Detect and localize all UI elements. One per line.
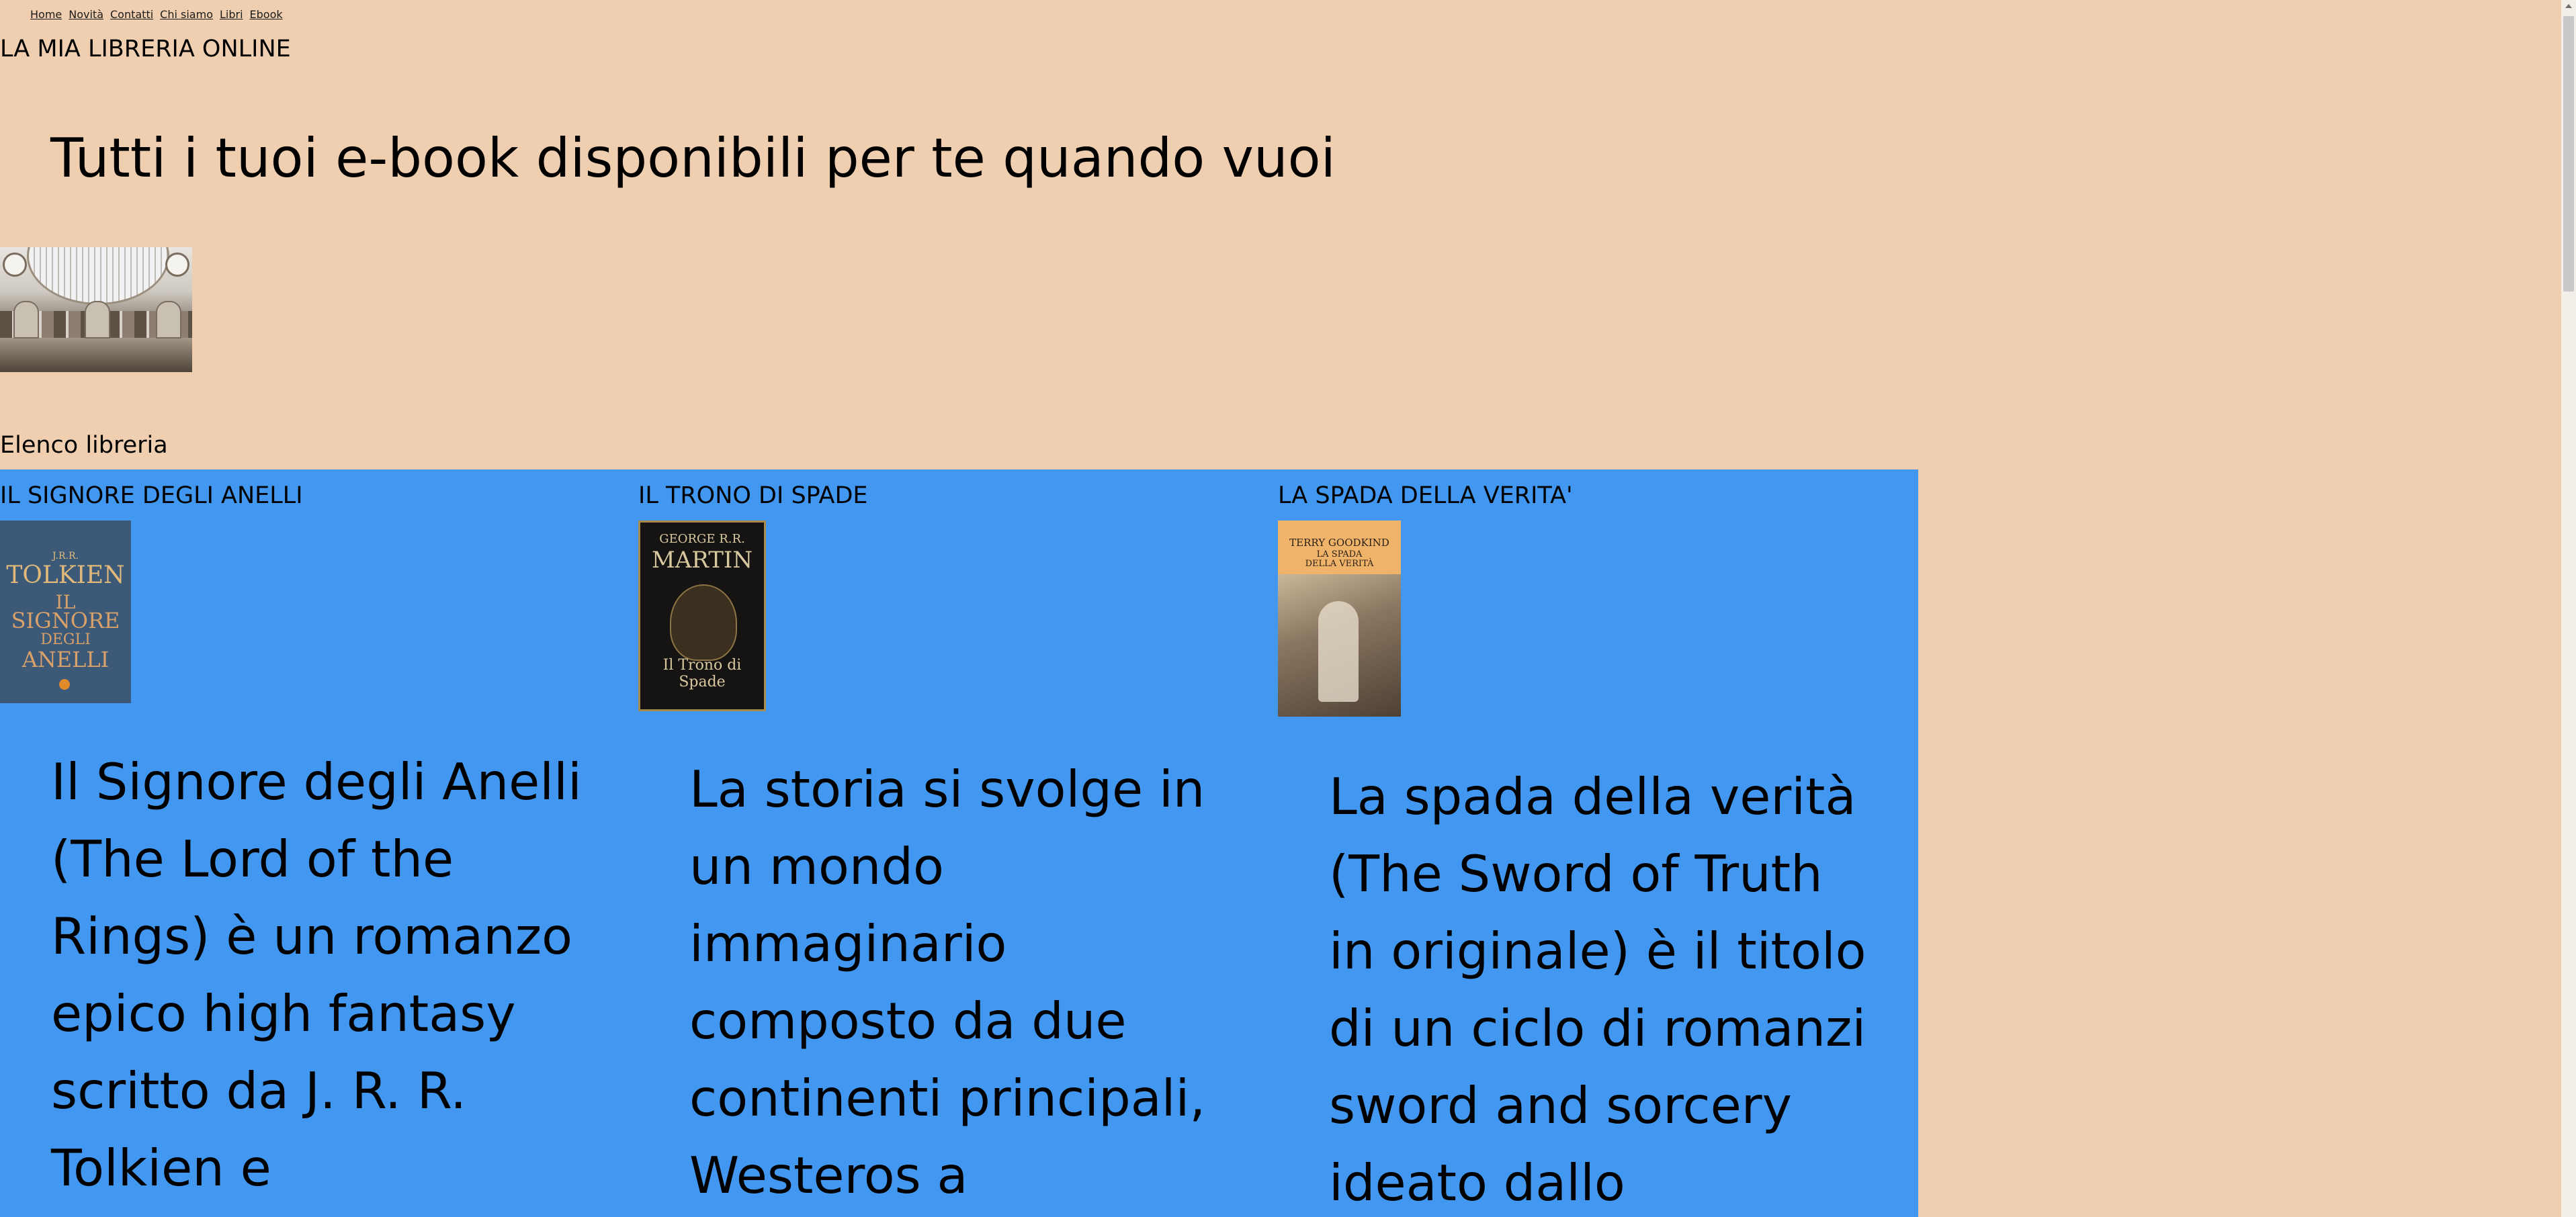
book-description: La storia si svolge in un mondo immagina… xyxy=(689,760,1206,1205)
cover-author: TERRY GOODKIND xyxy=(1289,537,1389,549)
cover-figure xyxy=(1318,601,1359,702)
cover-title-line: DEGLI xyxy=(40,631,91,648)
page-tagline: Tutti i tuoi e-book disponibili per te q… xyxy=(50,127,1336,189)
cover-author: TOLKIEN xyxy=(6,561,125,589)
vertical-scrollbar[interactable] xyxy=(2561,0,2576,1217)
cover-author: MARTIN xyxy=(651,547,753,574)
book-cover-image[interactable]: GEORGE R.R. MARTIN Il Trono di Spade xyxy=(638,521,766,711)
scrollbar-thumb[interactable] xyxy=(2563,16,2574,291)
book-description: Il Signore degli Anelli (The Lord of the… xyxy=(51,752,582,1198)
publisher-logo-icon xyxy=(59,679,70,690)
cover-title-line: SIGNORE xyxy=(11,608,120,633)
site-title: LA MIA LIBRERIA ONLINE xyxy=(0,36,291,62)
arch xyxy=(13,301,39,339)
arch xyxy=(85,301,110,339)
book-item: IL SIGNORE DEGLI ANELLI J.R.R. TOLKIEN I… xyxy=(0,469,638,1217)
book-cover-image[interactable]: TERRY GOODKIND LA SPADA DELLA VERITÀ xyxy=(1278,521,1401,717)
direwolf-sigil-icon xyxy=(670,584,737,661)
nav-link-chi-siamo[interactable]: Chi siamo xyxy=(160,7,213,24)
nav-link-novita[interactable]: Novità xyxy=(69,7,103,24)
top-nav: Home Novità Contatti Chi siamo Libri Ebo… xyxy=(30,7,283,24)
book-cover-image[interactable]: J.R.R. TOLKIEN IL SIGNORE DEGLI ANELLI xyxy=(0,521,131,703)
nav-link-ebook[interactable]: Ebook xyxy=(250,7,283,24)
arch xyxy=(156,301,181,339)
cover-title: Il Trono di Spade xyxy=(662,657,742,690)
nav-link-home[interactable]: Home xyxy=(30,7,62,24)
wall-clock-right xyxy=(165,253,189,277)
wall-clock-left xyxy=(3,253,27,277)
cover-title-line: LA SPADA xyxy=(1316,549,1363,559)
book-title: LA SPADA DELLA VERITA' xyxy=(1278,482,1573,509)
book-item: IL TRONO DI SPADE GEORGE R.R. MARTIN Il … xyxy=(638,469,1277,1217)
book-description: La spada della verità (The Sword of Trut… xyxy=(1329,767,1866,1212)
nav-link-contatti[interactable]: Contatti xyxy=(110,7,153,24)
cover-title-line: ANELLI xyxy=(22,647,110,672)
nav-link-libri[interactable]: Libri xyxy=(220,7,243,24)
cover-author-initials: GEORGE R.R. xyxy=(659,532,745,546)
library-hall-image xyxy=(0,247,192,372)
library-list-heading: Elenco libreria xyxy=(0,432,168,459)
book-item: LA SPADA DELLA VERITA' TERRY GOODKIND LA… xyxy=(1278,469,1916,1217)
book-title: IL TRONO DI SPADE xyxy=(638,482,868,509)
ceiling-vault xyxy=(27,247,169,305)
chevron-up-icon xyxy=(2565,4,2572,8)
book-list: IL SIGNORE DEGLI ANELLI J.R.R. TOLKIEN I… xyxy=(0,469,1918,1217)
scroll-up-button[interactable] xyxy=(2561,0,2576,13)
cover-title-line: DELLA VERITÀ xyxy=(1305,559,1374,569)
cover-author-initials: J.R.R. xyxy=(52,551,79,561)
book-title: IL SIGNORE DEGLI ANELLI xyxy=(0,482,303,509)
